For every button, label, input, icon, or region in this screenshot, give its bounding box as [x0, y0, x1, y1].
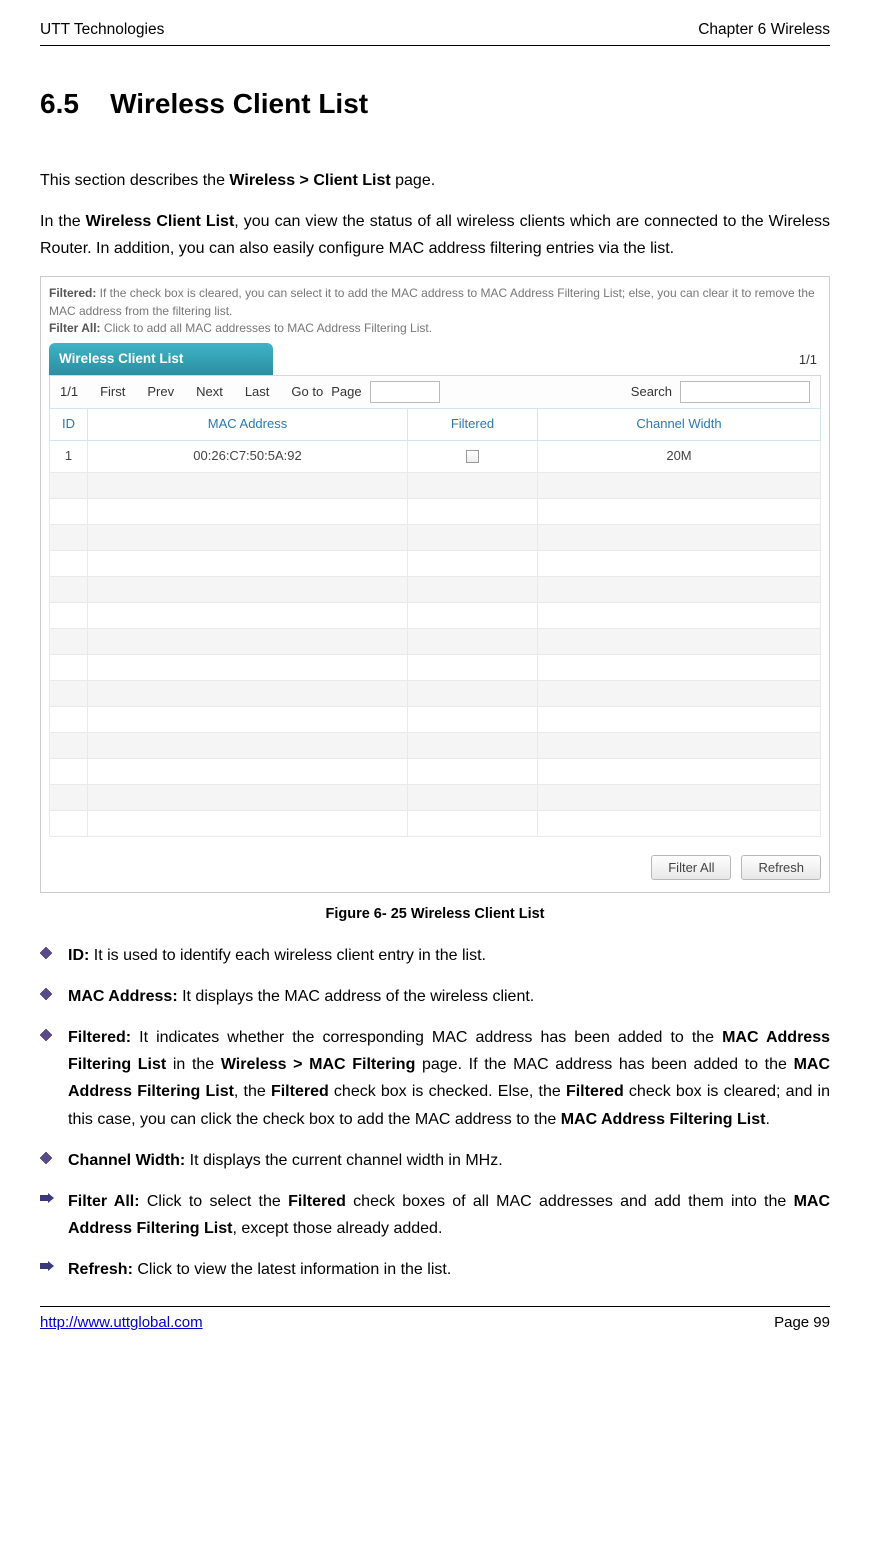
section-name: Wireless Client List	[110, 88, 368, 119]
table-row	[50, 680, 821, 706]
table-row	[50, 472, 821, 498]
section-number: 6.5	[40, 88, 79, 119]
table-row: 1 00:26:C7:50:5A:92 20M	[50, 440, 821, 472]
arrow-bullet-icon	[40, 1193, 56, 1242]
diamond-bullet-icon	[40, 1029, 56, 1133]
cell-mac: 00:26:C7:50:5A:92	[88, 440, 408, 472]
def-item-mac: MAC Address: It displays the MAC address…	[40, 983, 830, 1010]
refresh-button[interactable]: Refresh	[741, 855, 821, 880]
button-row: Filter All Refresh	[49, 855, 821, 880]
def-item-filter-all: Filter All: Click to select the Filtered…	[40, 1188, 830, 1242]
pager-page-input[interactable]	[370, 381, 440, 403]
pager-bar: 1/1 First Prev Next Last Go to Page Sear…	[49, 375, 821, 408]
def-item-id: ID: It is used to identify each wireless…	[40, 942, 830, 969]
header-right: Chapter 6 Wireless	[698, 18, 830, 43]
intro-paragraph-2: In the Wireless Client List, you can vie…	[40, 208, 830, 262]
table-row	[50, 732, 821, 758]
screenshot-help-text: Filtered: If the check box is cleared, y…	[49, 285, 821, 337]
page-footer: http://www.uttglobal.com Page 99	[40, 1306, 830, 1335]
table-row	[50, 758, 821, 784]
filtered-checkbox[interactable]	[466, 450, 479, 463]
pager-search-label: Search	[631, 382, 672, 403]
page-indicator: 1/1	[799, 350, 821, 375]
table-row	[50, 628, 821, 654]
table-row	[50, 810, 821, 836]
page-header: UTT Technologies Chapter 6 Wireless	[40, 18, 830, 46]
table-row	[50, 784, 821, 810]
cell-channel-width: 20M	[538, 440, 821, 472]
diamond-bullet-icon	[40, 1152, 56, 1174]
table-row	[50, 706, 821, 732]
pager-next[interactable]: Next	[196, 382, 223, 403]
cell-id: 1	[50, 440, 88, 472]
table-row	[50, 524, 821, 550]
pager-first[interactable]: First	[100, 382, 125, 403]
table-row	[50, 602, 821, 628]
cell-filtered	[408, 440, 538, 472]
def-item-filtered: Filtered: It indicates whether the corre…	[40, 1024, 830, 1133]
col-header-id: ID	[50, 408, 88, 440]
diamond-bullet-icon	[40, 988, 56, 1010]
footer-page-number: Page 99	[774, 1311, 830, 1335]
footer-url-link[interactable]: http://www.uttglobal.com	[40, 1311, 203, 1335]
screenshot-tab[interactable]: Wireless Client List	[49, 343, 273, 375]
diamond-bullet-icon	[40, 947, 56, 969]
col-header-mac: MAC Address	[88, 408, 408, 440]
pager-prev[interactable]: Prev	[147, 382, 174, 403]
section-title: 6.5 Wireless Client List	[40, 82, 830, 127]
figure-caption: Figure 6- 25 Wireless Client List	[40, 903, 830, 926]
col-header-filtered: Filtered	[408, 408, 538, 440]
pager-search-input[interactable]	[680, 381, 810, 403]
def-item-channel-width: Channel Width: It displays the current c…	[40, 1147, 830, 1174]
header-left: UTT Technologies	[40, 18, 164, 43]
pager-goto-label: Go to	[291, 382, 323, 403]
filter-all-button[interactable]: Filter All	[651, 855, 731, 880]
col-header-channel-width: Channel Width	[538, 408, 821, 440]
screenshot-tab-row: Wireless Client List 1/1	[49, 343, 821, 375]
table-row	[50, 498, 821, 524]
table-row	[50, 576, 821, 602]
definition-list: ID: It is used to identify each wireless…	[40, 942, 830, 1284]
pager-page-label: Page	[331, 382, 361, 403]
table-row	[50, 550, 821, 576]
intro-paragraph-1: This section describes the Wireless > Cl…	[40, 167, 830, 194]
def-item-refresh: Refresh: Click to view the latest inform…	[40, 1256, 830, 1283]
arrow-bullet-icon	[40, 1261, 56, 1283]
pager-last[interactable]: Last	[245, 382, 270, 403]
screenshot-wireless-client-list: Filtered: If the check box is cleared, y…	[40, 276, 830, 892]
client-list-table: ID MAC Address Filtered Channel Width 1 …	[49, 408, 821, 837]
pager-counter: 1/1	[60, 382, 78, 403]
table-row	[50, 654, 821, 680]
